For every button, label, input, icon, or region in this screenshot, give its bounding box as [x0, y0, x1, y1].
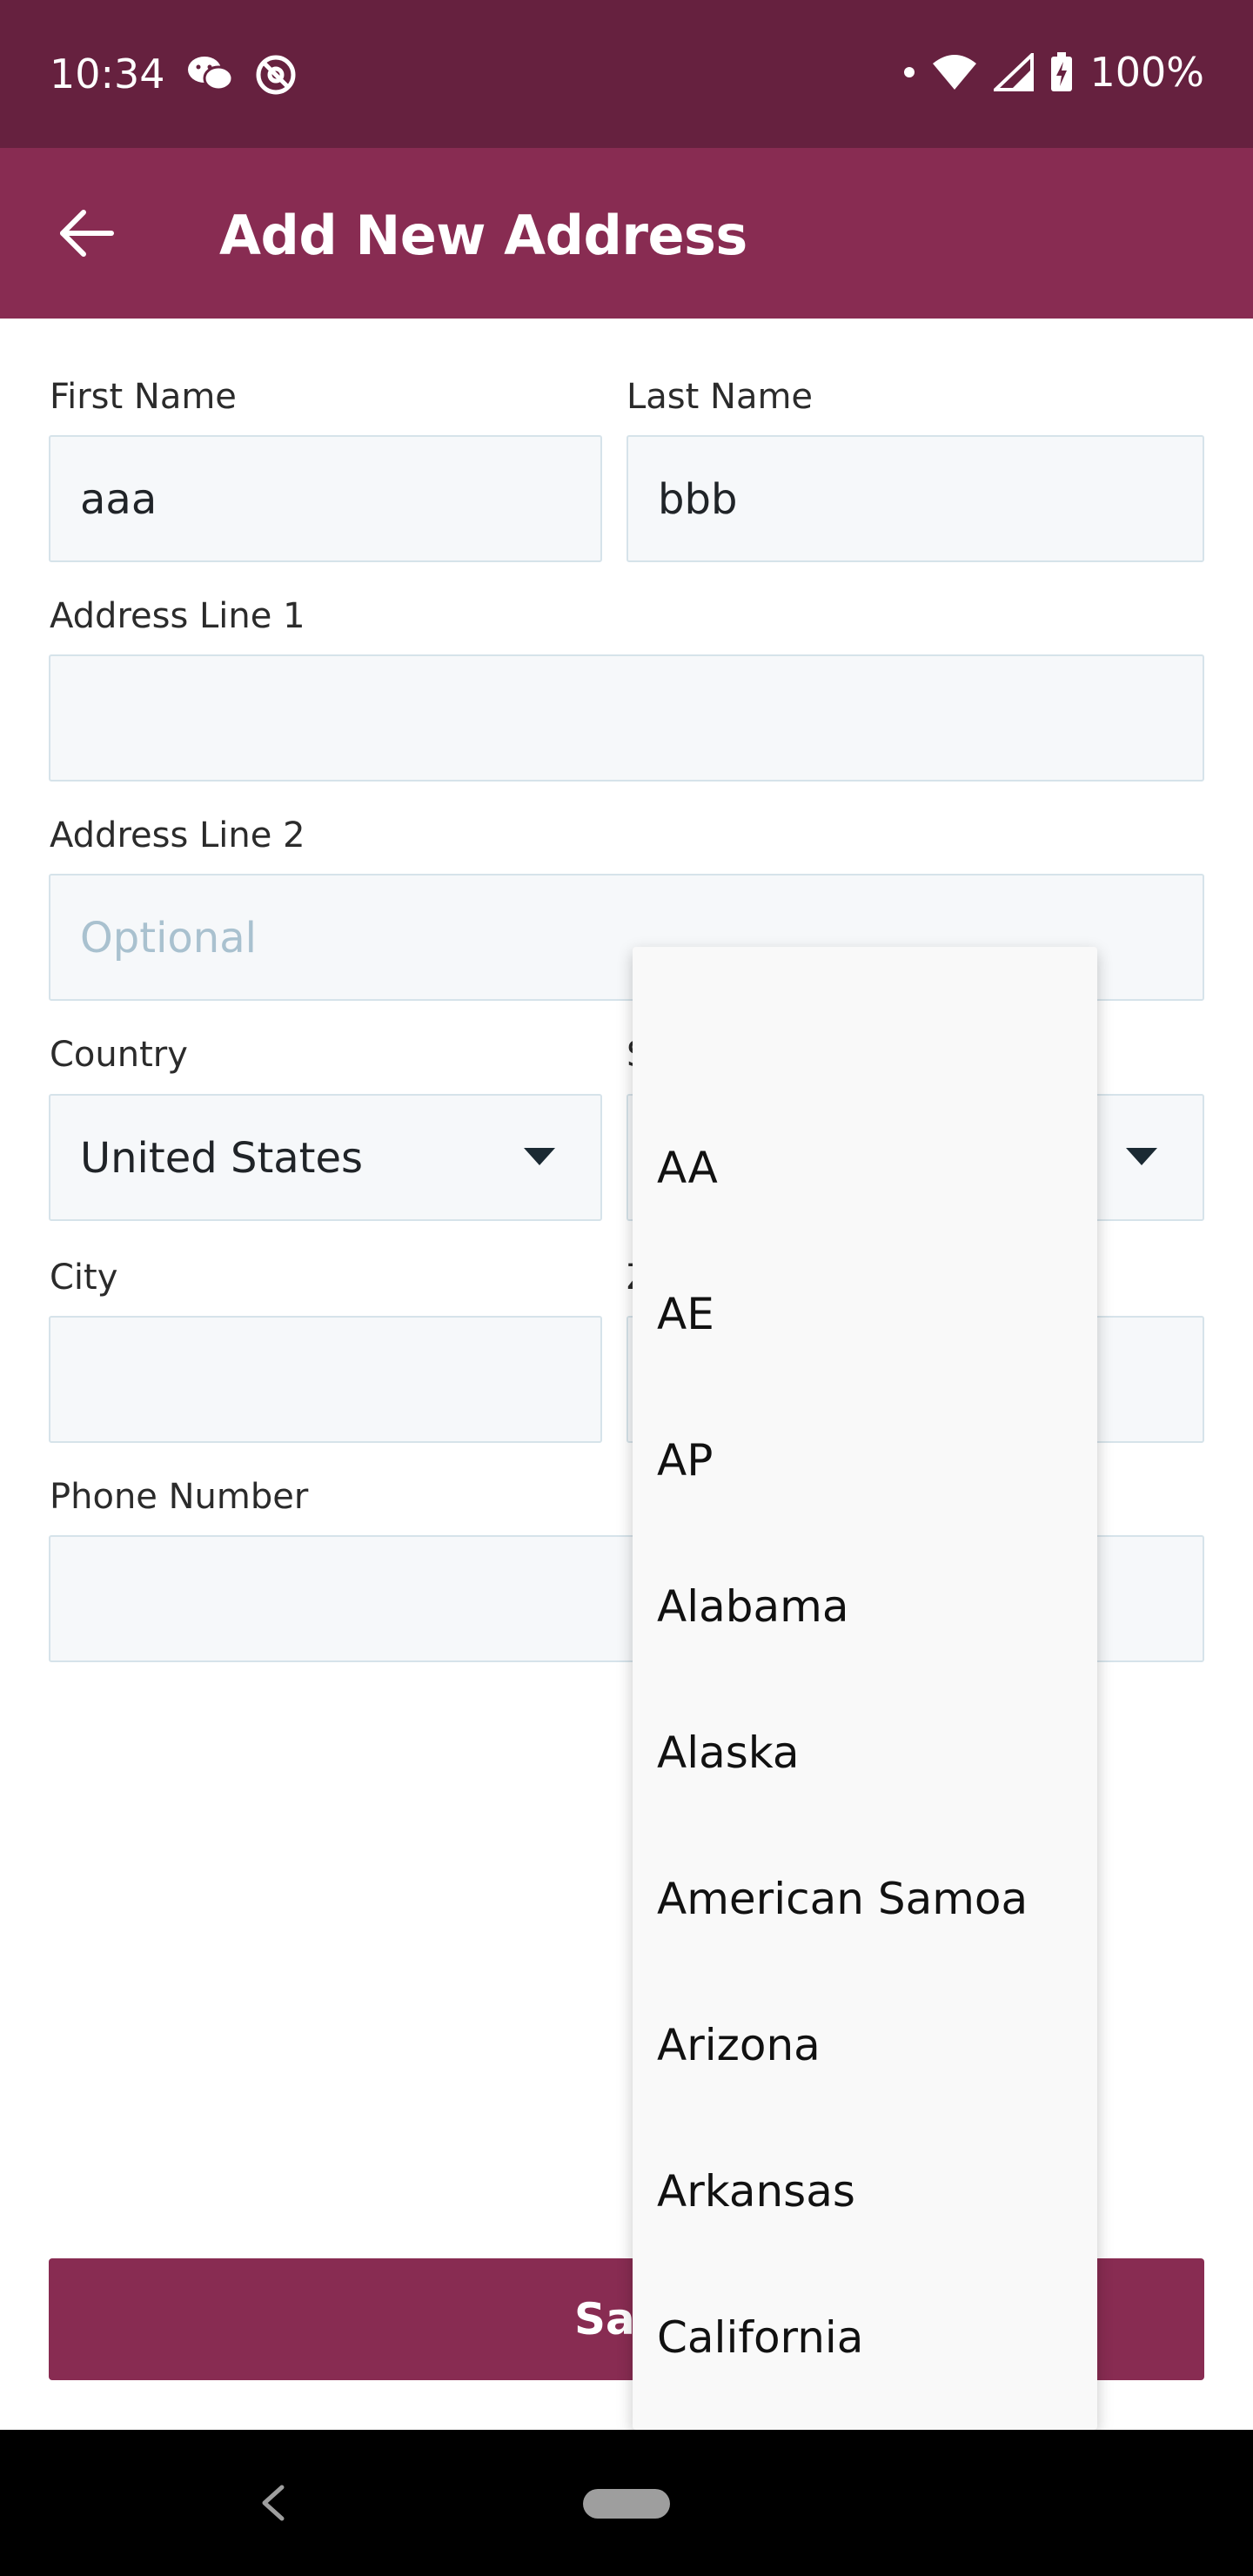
- phone-label: Phone Number: [50, 1477, 309, 1517]
- save-button-label: Sa: [574, 2294, 635, 2345]
- dropdown-item-arkansas[interactable]: Arkansas: [633, 2118, 1097, 2264]
- address-line-1-field[interactable]: [49, 654, 1204, 782]
- nav-home-pill[interactable]: [583, 2489, 670, 2519]
- last-name-label: Last Name: [626, 377, 814, 417]
- chevron-down-icon: [524, 1148, 555, 1165]
- blocked-at-icon: [256, 55, 296, 95]
- dropdown-item-alabama[interactable]: Alabama: [633, 1533, 1097, 1680]
- state-dropdown-menu[interactable]: AA AE AP Alabama Alaska American Samoa A…: [633, 947, 1097, 2430]
- page-title: Add New Address: [219, 204, 747, 267]
- status-left-icons: [187, 54, 297, 96]
- address-line-1-label: Address Line 1: [50, 596, 305, 636]
- city-field[interactable]: [49, 1316, 602, 1443]
- first-name-field[interactable]: aaa: [49, 435, 602, 562]
- country-label: Country: [50, 1035, 188, 1075]
- country-select[interactable]: United States: [49, 1094, 602, 1221]
- status-time: 10:34: [50, 50, 165, 97]
- chevron-down-icon: [1126, 1148, 1157, 1165]
- dropdown-item-empty[interactable]: [633, 947, 1097, 1095]
- first-name-value: aaa: [80, 475, 157, 524]
- battery-charging-icon: [1051, 52, 1073, 91]
- dropdown-item-alaska[interactable]: Alaska: [633, 1680, 1097, 1826]
- nav-back-icon[interactable]: [258, 2484, 289, 2522]
- status-right-icons: 100%: [903, 49, 1204, 96]
- last-name-value: bbb: [658, 475, 738, 524]
- dropdown-item-aa[interactable]: AA: [633, 1095, 1097, 1241]
- wechat-icon: [188, 57, 234, 91]
- dropdown-item-arizona[interactable]: Arizona: [633, 1972, 1097, 2118]
- state-dropdown-list: AA AE AP Alabama Alaska American Samoa A…: [633, 947, 1097, 2411]
- dropdown-item-ap[interactable]: AP: [633, 1387, 1097, 1533]
- city-label: City: [50, 1258, 118, 1298]
- dropdown-item-american-samoa[interactable]: American Samoa: [633, 1826, 1097, 1972]
- wifi-icon: [933, 55, 977, 90]
- dropdown-item-ae[interactable]: AE: [633, 1241, 1097, 1387]
- first-name-label: First Name: [50, 377, 237, 417]
- notification-dot-icon: [904, 67, 915, 77]
- dropdown-item-california[interactable]: California: [633, 2264, 1097, 2411]
- last-name-field[interactable]: bbb: [626, 435, 1204, 562]
- address-line-2-placeholder: Optional: [80, 914, 257, 963]
- status-bar: 10:34 100%: [0, 0, 1253, 148]
- battery-percent: 100%: [1089, 49, 1204, 96]
- arrow-left-icon[interactable]: [56, 202, 118, 265]
- country-value: United States: [80, 1134, 364, 1183]
- app-bar: Add New Address: [0, 148, 1253, 319]
- cell-signal-icon: [994, 53, 1035, 91]
- system-nav-bar: [0, 2430, 1253, 2576]
- address-line-2-label: Address Line 2: [50, 815, 305, 855]
